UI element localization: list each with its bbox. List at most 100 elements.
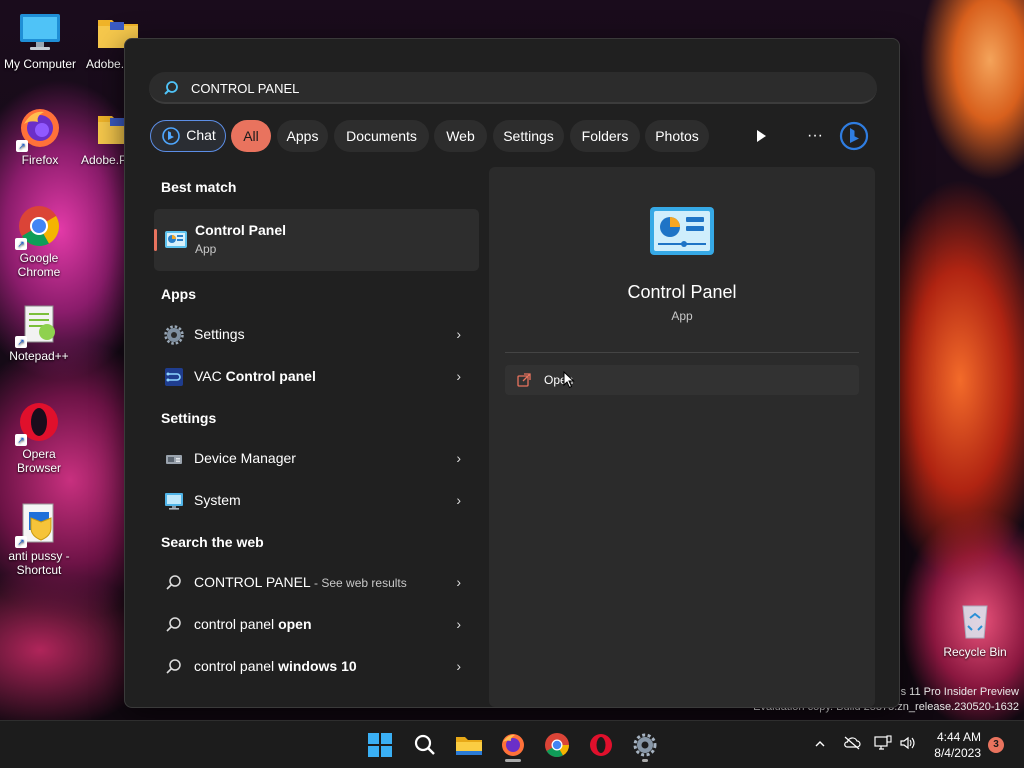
best-match-heading: Best match [161, 179, 237, 195]
filter-all[interactable]: All [231, 120, 271, 152]
clock-date: 8/4/2023 [934, 746, 981, 760]
start-button[interactable] [364, 729, 396, 761]
best-match-result[interactable]: Control Panel App [154, 209, 479, 271]
mouse-cursor-icon [563, 371, 575, 389]
clock-time: 4:44 AM [936, 730, 981, 744]
chevron-right-icon: › [456, 368, 461, 384]
shortcut-arrow-icon: ↗ [15, 434, 27, 446]
web-result-windows-10[interactable]: control panel windows 10 › [154, 645, 479, 687]
desktop-icon-anti-shortcut[interactable]: ↗ anti pussy - Shortcut [0, 502, 78, 577]
running-indicator [642, 759, 648, 762]
volume-icon[interactable] [898, 735, 918, 755]
show-hidden-icons-chevron-up-icon[interactable] [810, 735, 830, 755]
desktop-icon-my-computer[interactable]: My Computer [0, 10, 80, 71]
shield-document-icon: ↗ [15, 502, 61, 548]
clock[interactable]: 4:44 AM 8/4/2023 [934, 729, 981, 761]
taskbar-search-button[interactable] [409, 729, 441, 761]
search-web-heading: Search the web [161, 534, 264, 550]
filter-web[interactable]: Web [434, 120, 487, 152]
best-match-type: App [195, 242, 217, 256]
system-icon [165, 493, 183, 510]
monitor-icon [18, 10, 62, 54]
open-button[interactable]: Open [505, 365, 859, 395]
search-icon [166, 659, 181, 674]
taskbar-firefox[interactable] [497, 729, 529, 762]
desktop-icon-google-chrome[interactable]: ↗ Google Chrome [0, 204, 78, 279]
preview-subtitle: App [671, 309, 693, 323]
bing-button[interactable] [838, 120, 870, 152]
opera-icon [590, 734, 612, 756]
search-box[interactable] [149, 72, 877, 104]
windows-logo-icon [368, 733, 392, 757]
settings-heading: Settings [161, 410, 217, 426]
play-right-icon [757, 130, 766, 142]
control-panel-icon [165, 231, 187, 248]
open-external-icon [517, 373, 531, 387]
desktop-icon-firefox[interactable]: ↗ Firefox [0, 106, 80, 167]
web-result-open[interactable]: control panel open › [154, 603, 479, 645]
shortcut-arrow-icon: ↗ [15, 536, 27, 548]
firefox-icon [502, 734, 524, 756]
shortcut-arrow-icon: ↗ [15, 336, 27, 348]
control-panel-large-icon [650, 207, 714, 255]
desktop-icon-opera-browser[interactable]: ↗ Opera Browser [0, 400, 78, 475]
chevron-right-icon: › [456, 492, 461, 508]
bing-chat-icon [162, 127, 180, 145]
web-result-see-results[interactable]: CONTROL PANEL - See web results › [154, 561, 479, 603]
preview-title: Control Panel [627, 282, 737, 302]
filter-settings[interactable]: Settings [493, 120, 564, 152]
running-indicator [505, 759, 521, 762]
taskbar: 4:44 AM 8/4/2023 3 [0, 720, 1024, 768]
taskbar-chrome[interactable] [541, 729, 573, 761]
shortcut-arrow-icon: ↗ [16, 140, 28, 152]
search-icon [166, 575, 181, 590]
chrome-icon: ↗ [15, 204, 61, 250]
opera-icon: ↗ [15, 400, 61, 446]
filter-folders[interactable]: Folders [570, 120, 640, 152]
chevron-right-icon: › [456, 616, 461, 632]
selection-accent [154, 229, 157, 251]
search-icon [164, 81, 178, 95]
gear-icon [633, 733, 657, 757]
apps-heading: Apps [161, 286, 196, 302]
recycle-bin-icon [953, 598, 997, 642]
filter-chat[interactable]: Chat [150, 120, 226, 152]
filter-apps[interactable]: Apps [277, 120, 328, 152]
chevron-right-icon: › [456, 574, 461, 590]
preview-divider [505, 352, 859, 353]
result-vac-control-panel[interactable]: VAC Control panel › [154, 355, 479, 397]
onedrive-offline-icon[interactable] [842, 735, 862, 755]
taskbar-settings[interactable] [629, 729, 661, 762]
more-options-button[interactable]: ··· [799, 120, 831, 152]
chevron-right-icon: › [456, 326, 461, 342]
chevron-right-icon: › [456, 658, 461, 674]
start-search-panel: Chat All Apps Documents Web Settings Fol… [124, 38, 900, 708]
preview-pane: Control Panel App Open [489, 167, 875, 707]
search-icon [166, 617, 181, 632]
filter-documents[interactable]: Documents [334, 120, 429, 152]
desktop-icon-recycle-bin[interactable]: Recycle Bin [935, 598, 1015, 659]
taskbar-file-explorer[interactable] [453, 729, 485, 761]
search-icon [414, 734, 435, 755]
notepad-plus-icon: ↗ [15, 302, 61, 348]
search-input[interactable] [191, 79, 851, 97]
result-device-manager[interactable]: Device Manager › [154, 437, 479, 479]
best-match-name: Control Panel [195, 222, 287, 238]
desktop-icon-notepad-plus[interactable]: ↗ Notepad++ [0, 302, 78, 363]
firefox-icon: ↗ [16, 106, 62, 152]
notification-badge[interactable]: 3 [988, 737, 1004, 753]
result-settings-app[interactable]: Settings › [154, 313, 479, 355]
taskbar-opera[interactable] [585, 729, 617, 761]
network-icon[interactable] [873, 735, 893, 755]
filter-photos[interactable]: Photos [645, 120, 709, 152]
bing-icon [839, 121, 869, 151]
result-system[interactable]: System › [154, 479, 479, 521]
folder-icon [456, 737, 482, 755]
chevron-right-icon: › [456, 450, 461, 466]
device-manager-icon [166, 455, 182, 464]
filter-scroll-right-button[interactable] [745, 120, 777, 152]
gear-icon [164, 325, 184, 345]
vac-icon [165, 368, 183, 386]
shortcut-arrow-icon: ↗ [15, 238, 27, 250]
chrome-icon [545, 733, 569, 758]
